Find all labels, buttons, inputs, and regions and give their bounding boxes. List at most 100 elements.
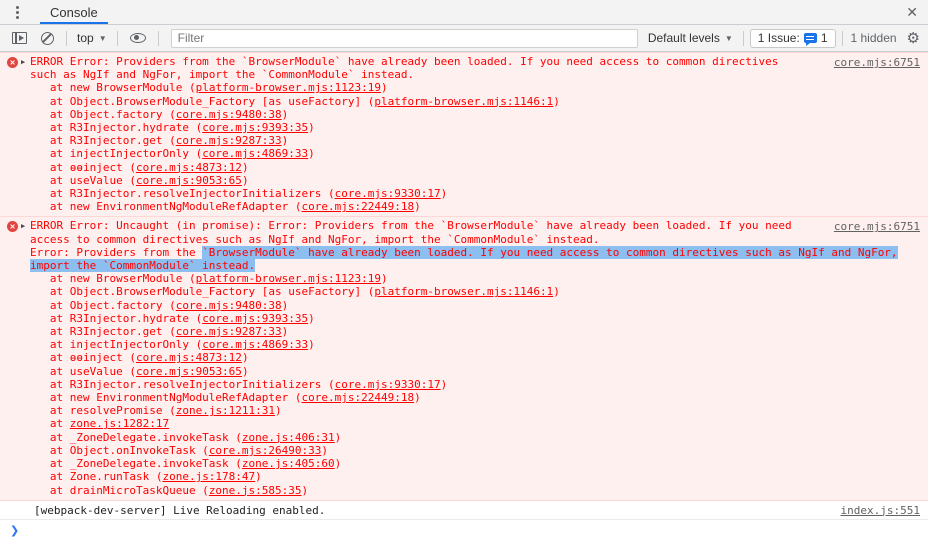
console-message-line: at Object.BrowserModule_Factory [as useF… (0, 95, 928, 108)
stack-frame-source-link[interactable]: zone.js:178:47 (162, 470, 255, 483)
console-message-line: at R3Injector.get (core.mjs:9287:33) (0, 134, 928, 147)
stack-frame-source-link[interactable]: zone.js:1282:17 (70, 417, 169, 430)
expand-triangle-icon[interactable]: ▶ (21, 222, 25, 230)
message-text: at resolvePromise ( (30, 404, 176, 418)
message-text: [webpack-dev-server] Live Reloading enab… (34, 503, 326, 517)
stack-frame-source-link[interactable]: core.mjs:9287:33 (176, 134, 282, 147)
filter-input[interactable] (170, 28, 638, 48)
message-text: access to common directives such as NgIf… (30, 232, 600, 246)
message-text: ) (308, 338, 315, 352)
message-text: ) (241, 160, 249, 174)
message-text: ) (334, 430, 342, 444)
stack-frame-source-link[interactable]: core.mjs:9330:17 (335, 187, 441, 200)
stack-frame-source-link[interactable]: core.mjs:9053:65 (136, 174, 242, 187)
console-log-row: index.js:551 [webpack-dev-server] Live Re… (0, 500, 928, 520)
message-text: ) (381, 81, 388, 95)
issues-label: 1 Issue: (757, 31, 800, 45)
message-text: ) (301, 483, 309, 497)
stack-frame-source-link[interactable]: core.mjs:4869:33 (202, 147, 308, 160)
stack-frame-source-link[interactable]: platform-browser.mjs:1146:1 (374, 95, 553, 108)
message-text: at Object.BrowserModule_Factory [as useF… (30, 94, 375, 108)
context-selector[interactable]: top ▼ (73, 31, 111, 45)
message-text: ) (281, 325, 289, 339)
message-text: Error: Providers from the (30, 245, 203, 259)
stack-frame-source-link[interactable]: core.mjs:22449:18 (302, 391, 415, 404)
stack-frame-source-link[interactable]: core.mjs:4873:12 (136, 161, 242, 174)
message-text: at Zone.runTask ( (30, 470, 163, 484)
stack-frame-source-link[interactable]: platform-browser.mjs:1123:19 (196, 272, 381, 285)
stack-frame-source-link[interactable]: core.mjs:9393:35 (202, 121, 308, 134)
message-text: ) (440, 377, 448, 391)
issues-counter-button[interactable]: 1 Issue: 1 (749, 28, 836, 48)
message-text: ERROR Error: Uncaught (in promise): Erro… (30, 219, 792, 233)
console-message-line: at useValue (core.mjs:9053:65) (0, 365, 928, 378)
message-text: at injectInjectorOnly ( (30, 147, 203, 161)
message-text: at new EnvironmentNgModuleRefAdapter ( (30, 200, 302, 214)
kebab-menu-icon[interactable] (10, 5, 24, 19)
console-message-line: [webpack-dev-server] Live Reloading enab… (0, 504, 928, 517)
expand-triangle-icon[interactable]: ▶ (21, 58, 25, 66)
source-location-link[interactable]: core.mjs:6751 (834, 56, 920, 69)
console-message-line: at R3Injector.hydrate (core.mjs:9393:35) (0, 312, 928, 325)
console-message-line: import the `CommonModule` instead. (0, 259, 928, 273)
console-message-line: at R3Injector.get (core.mjs:9287:33) (0, 325, 928, 338)
stack-frame-source-link[interactable]: platform-browser.mjs:1123:19 (196, 81, 381, 94)
stack-frame-source-link[interactable]: core.mjs:9053:65 (136, 365, 242, 378)
message-text: at R3Injector.get ( (30, 325, 176, 339)
console-sidebar-toggle-icon[interactable] (12, 32, 27, 44)
console-message-line: at Object.onInvokeTask (core.mjs:26490:3… (0, 444, 928, 457)
message-text: ) (308, 147, 315, 161)
stack-frame-source-link[interactable]: core.mjs:9480:38 (176, 299, 282, 312)
stack-frame-source-link[interactable]: core.mjs:9287:33 (176, 325, 282, 338)
message-text: at useValue ( (30, 364, 136, 378)
message-text: at ɵɵinject ( (30, 160, 136, 174)
message-text: ) (381, 272, 388, 286)
message-text: at _ZoneDelegate.invokeTask ( (30, 430, 242, 444)
stack-frame-source-link[interactable]: zone.js:585:35 (209, 484, 302, 497)
console-message-line: at injectInjectorOnly (core.mjs:4869:33) (0, 338, 928, 351)
message-text: at Object.onInvokeTask ( (30, 443, 209, 457)
stack-frame-source-link[interactable]: core.mjs:22449:18 (302, 200, 415, 213)
toolbar-divider (116, 30, 118, 46)
message-text: at R3Injector.resolveInjectorInitializer… (30, 187, 335, 201)
close-icon[interactable]: ✕ (906, 5, 918, 19)
clear-console-icon[interactable] (41, 31, 54, 45)
toolbar-divider (157, 30, 159, 46)
stack-frame-source-link[interactable]: core.mjs:4869:33 (202, 338, 308, 351)
tab-console-label: Console (50, 4, 98, 20)
source-location-link[interactable]: index.js:551 (841, 504, 920, 517)
message-text: ) (334, 457, 342, 471)
source-location-link[interactable]: core.mjs:6751 (834, 220, 920, 233)
stack-frame-source-link[interactable]: core.mjs:9393:35 (202, 312, 308, 325)
gear-icon[interactable]: ⚙ (907, 30, 920, 46)
live-expression-eye-icon[interactable] (129, 33, 146, 43)
console-prompt[interactable]: ❯ (0, 520, 928, 536)
issue-bubble-icon (803, 33, 817, 46)
selected-text: import the `CommonModule` instead. (30, 259, 256, 273)
stack-frame-source-link[interactable]: core.mjs:9330:17 (335, 378, 441, 391)
stack-frame-source-link[interactable]: core.mjs:26490:33 (209, 444, 322, 457)
message-text: at R3Injector.get ( (30, 134, 176, 148)
selected-text: `BrowserModule` have already been loaded… (202, 245, 898, 259)
message-text: ) (321, 443, 329, 457)
console-message-line: at Object.factory (core.mjs:9480:38) (0, 108, 928, 121)
message-text: at Object.BrowserModule_Factory [as useF… (30, 285, 375, 299)
console-message-line: at Object.factory (core.mjs:9480:38) (0, 299, 928, 312)
console-message-line: at resolvePromise (zone.js:1211:31) (0, 404, 928, 417)
stack-frame-source-link[interactable]: zone.js:406:31 (242, 431, 335, 444)
tab-console[interactable]: Console (38, 0, 110, 24)
stack-frame-source-link[interactable]: core.mjs:4873:12 (136, 351, 242, 364)
chevron-down-icon: ▼ (98, 33, 107, 43)
stack-frame-source-link[interactable]: zone.js:1211:31 (176, 404, 275, 417)
message-text: ) (281, 298, 289, 312)
console-message-line: Error: Providers from the `BrowserModule… (0, 245, 928, 259)
log-level-selector[interactable]: Default levels ▼ (644, 31, 737, 45)
stack-frame-source-link[interactable]: zone.js:405:60 (242, 457, 335, 470)
console-message-line: at Object.BrowserModule_Factory [as useF… (0, 285, 928, 298)
stack-frame-source-link[interactable]: platform-browser.mjs:1146:1 (374, 285, 553, 298)
console-message-line: at R3Injector.hydrate (core.mjs:9393:35) (0, 121, 928, 134)
chevron-down-icon: ▼ (724, 33, 733, 43)
stack-frame-source-link[interactable]: core.mjs:9480:38 (176, 108, 282, 121)
console-message-line: at injectInjectorOnly (core.mjs:4869:33) (0, 147, 928, 160)
log-level-label: Default levels (647, 31, 720, 45)
